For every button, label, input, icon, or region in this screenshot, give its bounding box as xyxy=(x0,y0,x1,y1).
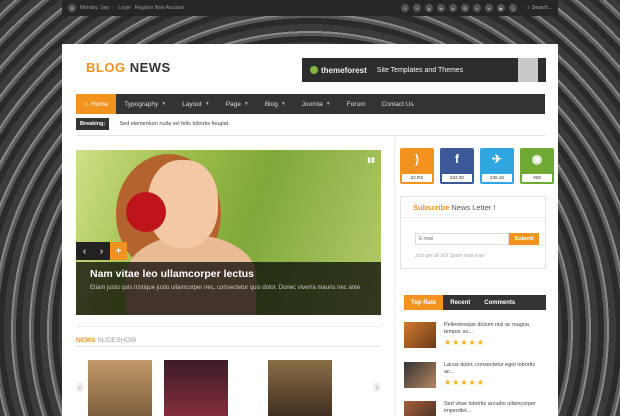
nav-item-contact[interactable]: Contact Us xyxy=(374,94,422,114)
chat-bubble-icon: ◉ xyxy=(531,152,543,166)
register-link[interactable]: Register New Account xyxy=(135,5,184,11)
slider-next-button[interactable]: › xyxy=(93,242,110,260)
flickr-icon[interactable]: •• xyxy=(485,4,494,12)
slider-prev-button[interactable]: ‹ xyxy=(76,242,93,260)
slider-caption: Nam vitae leo ullamcorper lectus Etiam j… xyxy=(76,262,381,315)
subscribe-box: Subscribe News Letter ! Submit Just get … xyxy=(400,196,547,269)
news-slideshow: ‹ › xyxy=(76,360,381,416)
tab-recent[interactable]: Recent xyxy=(443,295,477,310)
post-thumbnail[interactable] xyxy=(404,401,436,416)
main-nav: ⌂ Home Typography ▼ Layout ▼ Page ▼ Blog… xyxy=(76,94,545,114)
breaking-label: Breaking: xyxy=(76,118,110,130)
linkedin-icon[interactable]: in xyxy=(437,4,446,12)
nav-item-forum[interactable]: Forum xyxy=(339,94,374,114)
date-text: Monday, Sep xyxy=(80,5,110,11)
subscribe-note: Just get all Not Spam mail ever. xyxy=(415,253,486,259)
slideshow-thumb[interactable] xyxy=(268,360,332,416)
featured-slider[interactable]: ▮▮ ‹ › + Nam vitae leo ullamcorper lectu… xyxy=(76,150,381,315)
nav-item-joomla[interactable]: Joomla ▼ xyxy=(294,94,339,114)
post-title[interactable]: Lacus dolor, consectetur eget lobortis a… xyxy=(444,362,544,376)
twitter-counter[interactable]: ✈ 236.18 xyxy=(480,148,514,184)
banner-brand: themeforest xyxy=(310,66,367,75)
youtube-icon[interactable]: ▶ xyxy=(497,4,506,12)
chevron-down-icon: ▼ xyxy=(243,101,249,107)
divider xyxy=(76,326,381,327)
top-bar: ◷ Monday, Sep | Login Register New Accou… xyxy=(62,0,558,16)
site-logo[interactable]: BLOG NEWS xyxy=(86,60,171,75)
news-slideshow-title: NEWS SLIDESHOW xyxy=(76,337,137,344)
chevron-down-icon: ▼ xyxy=(204,101,210,107)
divider xyxy=(76,346,381,347)
nav-item-home[interactable]: ⌂ Home xyxy=(76,94,117,114)
post-title[interactable]: Pellentesque dictum nisl ac magna tempor… xyxy=(444,322,544,336)
chevron-left-icon[interactable]: ‹ xyxy=(76,382,84,392)
twitter-bird-icon: ✈ xyxy=(491,152,503,166)
rss-icon[interactable]: ) xyxy=(509,4,518,12)
subscribe-title: Subscribe News Letter ! xyxy=(413,203,496,212)
banner-ribbon xyxy=(518,58,538,82)
search-box[interactable]: ⌕ Search... xyxy=(527,5,552,11)
post-thumbnail[interactable] xyxy=(404,362,436,388)
search-icon: ⌕ xyxy=(527,5,530,11)
pinterest-icon[interactable]: p xyxy=(449,4,458,12)
vimeo-icon[interactable]: v xyxy=(473,4,482,12)
nav-item-blog[interactable]: Blog ▼ xyxy=(257,94,294,114)
star-rating-icon: ★★★★★ xyxy=(444,378,485,387)
star-rating-icon: ★★★★★ xyxy=(444,338,485,347)
slider-plus-button[interactable]: + xyxy=(110,242,127,260)
home-icon: ⌂ xyxy=(84,100,88,108)
clock-icon: ◷ xyxy=(68,4,76,12)
themeforest-banner[interactable]: themeforest Site Templates and Themes xyxy=(302,58,546,82)
logo-part-2: NEWS xyxy=(129,60,171,75)
logo-part-1: BLOG xyxy=(86,60,126,75)
google-plus-icon[interactable]: g xyxy=(425,4,434,12)
breaking-news: Breaking: Sed elementum nulla vel felis … xyxy=(76,118,230,130)
nav-item-page[interactable]: Page ▼ xyxy=(218,94,257,114)
breaking-text[interactable]: Sed elementum nulla vel felis lobortis f… xyxy=(119,121,229,127)
twitter-icon[interactable]: t xyxy=(401,4,410,12)
tab-top-rate[interactable]: Top Rate xyxy=(404,295,444,310)
slider-title[interactable]: Nam vitae leo ullamcorper lectus xyxy=(90,268,367,280)
tab-comments[interactable]: Comments xyxy=(477,295,522,310)
facebook-icon: f xyxy=(455,152,459,166)
rss-counter[interactable]: ) 22.RS xyxy=(400,148,434,184)
post-tabs: Top Rate Recent Comments xyxy=(404,295,546,310)
slider-text: Etiam justo quis tristique justo ullamco… xyxy=(90,285,361,291)
list-item[interactable]: Sed vitae lobortis arcudio ullamcorper i… xyxy=(404,401,546,416)
email-field[interactable] xyxy=(415,233,509,245)
nav-item-typography[interactable]: Typography ▼ xyxy=(116,94,174,114)
list-item[interactable]: Lacus dolor, consectetur eget lobortis a… xyxy=(404,362,546,392)
group-counter[interactable]: ◉ 928 xyxy=(520,148,554,184)
rss-icon: ) xyxy=(415,152,419,166)
chevron-right-icon[interactable]: › xyxy=(373,382,381,392)
facebook-icon[interactable]: f xyxy=(413,4,422,12)
banner-tagline: Site Templates and Themes xyxy=(376,66,464,74)
search-input[interactable]: Search... xyxy=(532,5,552,11)
facebook-counter[interactable]: f 523.00 xyxy=(440,148,474,184)
chevron-down-icon: ▼ xyxy=(280,101,286,107)
chevron-down-icon: ▼ xyxy=(161,101,167,107)
login-link[interactable]: Login xyxy=(118,5,130,11)
column-divider xyxy=(394,136,395,416)
apple-image xyxy=(126,192,166,232)
page-container: BLOG NEWS themeforest Site Templates and… xyxy=(62,44,558,416)
slideshow-thumb[interactable] xyxy=(88,360,152,416)
divider xyxy=(76,135,545,136)
submit-button[interactable]: Submit xyxy=(509,233,539,245)
dribbble-icon[interactable]: ◎ xyxy=(461,4,470,12)
social-counters: ) 22.RS f 523.00 ✈ 236.18 ◉ 928 xyxy=(400,148,554,184)
slider-pager-icon[interactable]: ▮▮ xyxy=(367,156,375,164)
post-thumbnail[interactable] xyxy=(404,322,436,348)
post-title[interactable]: Sed vitae lobortis arcudio ullamcorper i… xyxy=(444,401,544,415)
nav-item-layout[interactable]: Layout ▼ xyxy=(174,94,217,114)
slideshow-thumb[interactable] xyxy=(164,360,228,416)
list-item[interactable]: Pellentesque dictum nisl ac magna tempor… xyxy=(404,322,546,352)
chevron-down-icon: ▼ xyxy=(325,101,331,107)
